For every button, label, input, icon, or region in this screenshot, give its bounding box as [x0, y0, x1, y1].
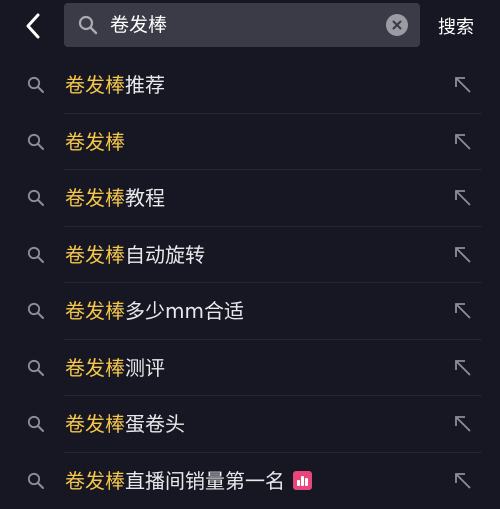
suggestion-item[interactable]: 卷发棒推荐 [0, 57, 500, 114]
suggestion-item[interactable]: 卷发棒 [0, 114, 500, 171]
fill-arrow-icon[interactable] [452, 74, 474, 96]
fill-arrow-icon[interactable] [452, 131, 474, 153]
suggestion-highlight: 卷发棒 [65, 73, 125, 97]
suggestion-item[interactable]: 卷发棒直播间销量第一名 [0, 453, 500, 509]
suggestion-highlight: 卷发棒 [65, 130, 125, 154]
close-icon [392, 20, 402, 30]
suggestion-highlight: 卷发棒 [65, 186, 125, 210]
suggestion-highlight: 卷发棒 [65, 469, 125, 493]
fill-arrow-icon[interactable] [452, 357, 474, 379]
suggestion-item[interactable]: 卷发棒测评 [0, 340, 500, 397]
suggestion-rest: 多少mm合适 [125, 299, 244, 323]
fill-arrow-icon[interactable] [452, 470, 474, 492]
fill-arrow-icon[interactable] [452, 187, 474, 209]
suggestion-rest: 直播间销量第一名 [125, 469, 285, 493]
suggestion-text: 卷发棒多少mm合适 [65, 297, 244, 325]
search-icon [27, 76, 45, 94]
suggestion-highlight: 卷发棒 [65, 412, 125, 436]
suggestion-highlight: 卷发棒 [65, 299, 125, 323]
suggestion-text: 卷发棒 [65, 128, 125, 156]
suggestion-item[interactable]: 卷发棒多少mm合适 [0, 283, 500, 340]
search-icon [78, 15, 98, 35]
suggestion-rest: 推荐 [125, 73, 165, 97]
search-header: 搜索 [0, 0, 500, 54]
search-icon [27, 415, 45, 433]
search-icon [27, 472, 45, 490]
search-icon [27, 189, 45, 207]
clear-search-button[interactable] [386, 14, 408, 36]
suggestion-rest: 自动旋转 [125, 243, 205, 267]
suggestion-text: 卷发棒推荐 [65, 71, 165, 99]
suggestion-rest: 教程 [125, 186, 165, 210]
suggestion-text: 卷发棒教程 [65, 184, 165, 212]
suggestion-item[interactable]: 卷发棒教程 [0, 170, 500, 227]
suggestion-rest: 测评 [125, 356, 165, 380]
search-box[interactable] [64, 3, 420, 47]
back-button[interactable] [18, 10, 48, 42]
search-button[interactable]: 搜索 [438, 13, 474, 39]
search-icon [27, 302, 45, 320]
suggestion-item[interactable]: 卷发棒自动旋转 [0, 227, 500, 284]
search-icon [27, 246, 45, 264]
hot-chart-icon [293, 471, 312, 490]
fill-arrow-icon[interactable] [452, 244, 474, 266]
suggestion-text: 卷发棒直播间销量第一名 [65, 467, 312, 495]
fill-arrow-icon[interactable] [452, 300, 474, 322]
suggestion-highlight: 卷发棒 [65, 243, 125, 267]
suggestion-text: 卷发棒自动旋转 [65, 241, 205, 269]
search-icon [27, 359, 45, 377]
suggestion-highlight: 卷发棒 [65, 356, 125, 380]
suggestion-text: 卷发棒蛋卷头 [65, 410, 185, 438]
chevron-left-icon [25, 13, 41, 39]
suggestion-list: 卷发棒推荐 卷发棒 卷发棒教程 [0, 57, 500, 509]
suggestion-item[interactable]: 卷发棒蛋卷头 [0, 396, 500, 453]
suggestion-text: 卷发棒测评 [65, 354, 165, 382]
suggestion-rest: 蛋卷头 [125, 412, 185, 436]
fill-arrow-icon[interactable] [452, 413, 474, 435]
search-icon [27, 133, 45, 151]
search-input[interactable] [110, 3, 370, 47]
